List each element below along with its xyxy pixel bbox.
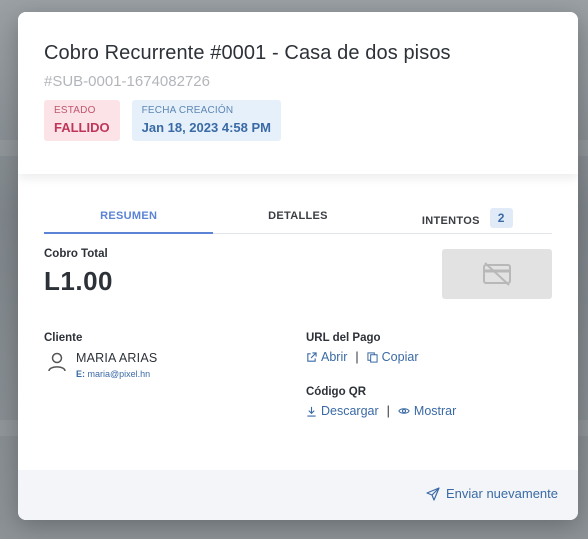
user-icon <box>48 352 66 372</box>
download-qr-label: Descargar <box>321 404 379 418</box>
tab-detalles[interactable]: DETALLES <box>213 198 382 233</box>
link-separator: | <box>355 350 359 364</box>
client-name: MARIA ARIAS <box>76 351 158 365</box>
client-label: Cliente <box>44 332 83 344</box>
attempts-count-badge: 2 <box>489 208 513 228</box>
client-email-value[interactable]: maria@pixel.hn <box>88 369 151 379</box>
download-icon <box>307 406 316 417</box>
subscription-modal: Cobro Recurrente #0001 - Casa de dos pis… <box>18 12 578 520</box>
external-link-icon <box>307 351 317 362</box>
created-date-value: Jan 18, 2023 4:58 PM <box>141 120 271 135</box>
email-prefix: E: <box>76 369 85 379</box>
tab-label: DETALLES <box>268 210 328 222</box>
client-section: Cliente MARIA ARIAS E: maria@pixel.hn <box>44 332 284 379</box>
resend-button[interactable]: Enviar nuevamente <box>426 486 558 501</box>
summary-panel: Cobro Total L1.00 Cliente MARIA ARIAS E:… <box>44 248 552 418</box>
status-badge: ESTADO FALLIDO <box>44 100 120 141</box>
tab-label: INTENTOS <box>421 215 480 227</box>
open-url-link[interactable]: Abrir <box>306 350 347 364</box>
credit-card-off-icon <box>483 262 511 286</box>
tab-resumen[interactable]: RESUMEN <box>44 198 214 234</box>
card-placeholder <box>442 249 552 299</box>
created-date-badge: FECHA CREACIÓN Jan 18, 2023 4:58 PM <box>131 100 281 141</box>
modal-footer: Enviar nuevamente <box>18 470 578 520</box>
status-badges: ESTADO FALLIDO FECHA CREACIÓN Jan 18, 20… <box>44 100 552 141</box>
open-url-label: Abrir <box>321 350 348 364</box>
client-email: E: maria@pixel.hn <box>76 369 157 379</box>
tab-bar: RESUMEN DETALLES INTENTOS 2 <box>44 198 552 234</box>
status-value: FALLIDO <box>54 120 110 135</box>
tab-label: RESUMEN <box>100 210 158 222</box>
qr-code-label: Código QR <box>306 386 367 398</box>
tab-intentos[interactable]: INTENTOS 2 <box>383 198 552 233</box>
subscription-id: #SUB-0001-1674082726 <box>44 73 210 90</box>
send-icon <box>426 486 440 501</box>
copy-url-label: Copiar <box>381 350 419 364</box>
payment-url-label: URL del Pago <box>306 332 381 344</box>
copy-icon <box>367 351 378 363</box>
eye-icon <box>398 408 410 414</box>
copy-url-link[interactable]: Copiar <box>367 350 419 364</box>
show-qr-label: Mostrar <box>413 404 457 418</box>
created-date-label: FECHA CREACIÓN <box>141 105 234 116</box>
modal-title: Cobro Recurrente #0001 - Casa de dos pis… <box>44 42 451 64</box>
show-qr-link[interactable]: Mostrar <box>398 404 456 418</box>
link-separator: | <box>386 404 390 418</box>
resend-label: Enviar nuevamente <box>445 486 558 501</box>
status-label: ESTADO <box>54 105 96 116</box>
download-qr-link[interactable]: Descargar <box>306 404 379 418</box>
payment-links-section: URL del Pago Abrir | Copiar Código QR De… <box>306 332 552 418</box>
modal-header: Cobro Recurrente #0001 - Casa de dos pis… <box>18 12 578 174</box>
